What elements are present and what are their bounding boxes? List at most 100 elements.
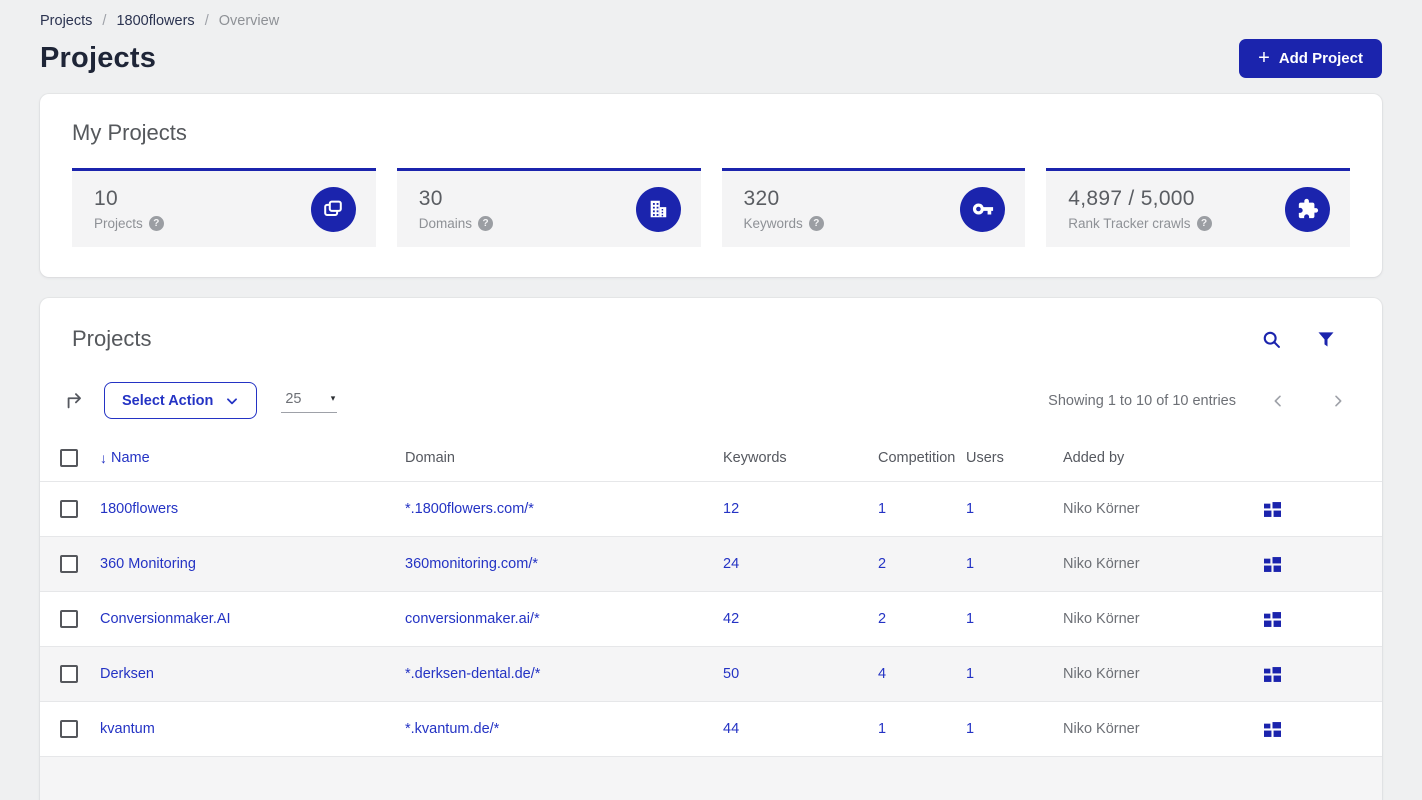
added-by: Niko Körner — [1063, 611, 1140, 627]
added-by: Niko Körner — [1063, 721, 1140, 737]
plus-icon: + — [1258, 46, 1270, 69]
page-container: Projects / 1800flowers / Overview Projec… — [0, 0, 1422, 800]
table-header-row: ↓ Name Domain Keywords Competition Users… — [40, 435, 1382, 481]
row-checkbox[interactable] — [60, 500, 78, 518]
users-count[interactable]: 1 — [966, 556, 1063, 572]
page-title: Projects — [40, 42, 157, 74]
row-checkbox[interactable] — [60, 610, 78, 628]
project-domain-link[interactable]: *.derksen-dental.de/* — [405, 666, 723, 682]
stat-keywords-value: 320 — [743, 187, 780, 210]
stats-row: 10 Projects ? 30 Domains ? 320 Keywords … — [72, 168, 1350, 247]
table-row: Conversionmaker.AI conversionmaker.ai/* … — [40, 591, 1382, 646]
help-icon[interactable]: ? — [1196, 216, 1212, 231]
stat-projects: 10 Projects ? — [72, 168, 376, 247]
competition-count[interactable]: 4 — [878, 666, 966, 682]
competition-count[interactable]: 2 — [878, 611, 966, 627]
stat-keywords: 320 Keywords ? — [721, 168, 1026, 247]
users-count[interactable]: 1 — [966, 721, 1063, 737]
breadcrumb-1800flowers[interactable]: 1800flowers — [116, 13, 194, 29]
pagination-prev-icon[interactable] — [1266, 389, 1290, 413]
stat-projects-value: 10 — [94, 187, 118, 210]
keywords-count[interactable]: 12 — [723, 501, 878, 517]
users-count[interactable]: 1 — [966, 611, 1063, 627]
row-checkbox[interactable] — [60, 720, 78, 738]
help-icon[interactable]: ? — [478, 216, 494, 231]
table-row: Derksen *.derksen-dental.de/* 50 4 1 Nik… — [40, 646, 1382, 701]
filter-icon[interactable] — [1314, 327, 1338, 351]
showing-entries-text: Showing 1 to 10 of 10 entries — [1048, 392, 1236, 409]
stat-rank-tracker-value: 4,897 / 5,000 — [1068, 187, 1195, 210]
project-domain-link[interactable]: *.kvantum.de/* — [405, 721, 723, 737]
stat-domains-label: Domains — [418, 216, 473, 231]
projects-table-card: Projects Select Action 25 ▾ Showing 1 to… — [40, 298, 1382, 800]
project-name-link[interactable]: 1800flowers — [100, 501, 405, 517]
competition-count[interactable]: 2 — [878, 556, 966, 572]
projects-copy-icon — [310, 186, 356, 232]
project-domain-link[interactable]: conversionmaker.ai/* — [405, 611, 723, 627]
project-domain-link[interactable]: 360monitoring.com/* — [405, 556, 723, 572]
keywords-count[interactable]: 44 — [723, 721, 878, 737]
users-count[interactable]: 1 — [966, 666, 1063, 682]
row-checkbox[interactable] — [60, 555, 78, 573]
breadcrumb: Projects / 1800flowers / Overview — [40, 0, 1382, 29]
title-bar: Projects + Add Project — [40, 39, 1382, 78]
keywords-count[interactable]: 50 — [723, 666, 878, 682]
breadcrumb-overview: Overview — [218, 13, 280, 29]
pagination-next-icon[interactable] — [1326, 389, 1350, 413]
breadcrumb-projects[interactable]: Projects — [40, 13, 92, 29]
table-toolbar: Select Action 25 ▾ Showing 1 to 10 of 10… — [40, 382, 1382, 419]
competition-count[interactable]: 1 — [878, 721, 966, 737]
table-row: kvantum *.kvantum.de/* 44 1 1 Niko Körne… — [40, 701, 1382, 756]
breadcrumb-separator: / — [102, 13, 107, 29]
key-icon — [960, 186, 1006, 232]
column-header-competition[interactable]: Competition — [878, 450, 966, 466]
dashboard-grid-icon[interactable] — [1262, 664, 1382, 685]
help-icon[interactable]: ? — [808, 216, 824, 231]
stat-domains: 30 Domains ? — [396, 168, 701, 247]
export-arrow-icon[interactable] — [62, 388, 88, 414]
project-name-link[interactable]: kvantum — [100, 721, 405, 737]
column-header-name[interactable]: ↓ Name — [100, 450, 405, 466]
column-header-added-by[interactable]: Added by — [1063, 450, 1262, 466]
my-projects-title: My Projects — [72, 120, 187, 145]
users-count[interactable]: 1 — [966, 501, 1063, 517]
row-checkbox[interactable] — [60, 665, 78, 683]
projects-table: ↓ Name Domain Keywords Competition Users… — [40, 435, 1382, 800]
added-by: Niko Körner — [1063, 556, 1140, 572]
dashboard-grid-icon[interactable] — [1262, 719, 1382, 740]
keywords-count[interactable]: 24 — [723, 556, 878, 572]
added-by: Niko Körner — [1063, 666, 1140, 682]
add-project-button[interactable]: + Add Project — [1239, 39, 1382, 78]
competition-count[interactable]: 1 — [878, 501, 966, 517]
select-action-label: Select Action — [122, 392, 214, 409]
breadcrumb-separator: / — [204, 13, 209, 29]
dashboard-grid-icon[interactable] — [1262, 609, 1382, 630]
stat-projects-label: Projects — [94, 216, 143, 231]
added-by: Niko Körner — [1063, 501, 1140, 517]
help-icon[interactable]: ? — [148, 216, 164, 231]
table-row: 1800flowers *.1800flowers.com/* 12 1 1 N… — [40, 481, 1382, 536]
dashboard-grid-icon[interactable] — [1262, 554, 1382, 575]
table-row: 360 Monitoring 360monitoring.com/* 24 2 … — [40, 536, 1382, 591]
column-header-users[interactable]: Users — [966, 450, 1063, 466]
stat-keywords-label: Keywords — [743, 216, 803, 231]
building-icon — [635, 186, 681, 232]
project-name-link[interactable]: Derksen — [100, 666, 405, 682]
select-action-dropdown[interactable]: Select Action — [104, 382, 258, 419]
dashboard-grid-icon[interactable] — [1262, 499, 1382, 520]
projects-table-title: Projects — [72, 326, 152, 351]
column-header-domain[interactable]: Domain — [405, 450, 723, 466]
page-size-select[interactable]: 25 ▾ — [281, 389, 338, 413]
page-size-value: 25 — [285, 390, 302, 407]
project-domain-link[interactable]: *.1800flowers.com/* — [405, 501, 723, 517]
search-icon[interactable] — [1259, 327, 1284, 352]
stat-domains-value: 30 — [418, 187, 443, 210]
column-header-keywords[interactable]: Keywords — [723, 450, 878, 466]
project-name-link[interactable]: Conversionmaker.AI — [100, 611, 405, 627]
project-name-link[interactable]: 360 Monitoring — [100, 556, 405, 572]
caret-down-icon: ▾ — [330, 393, 336, 403]
sort-desc-icon: ↓ — [100, 450, 107, 466]
keywords-count[interactable]: 42 — [723, 611, 878, 627]
select-all-checkbox[interactable] — [60, 449, 78, 467]
puzzle-icon — [1285, 186, 1330, 232]
